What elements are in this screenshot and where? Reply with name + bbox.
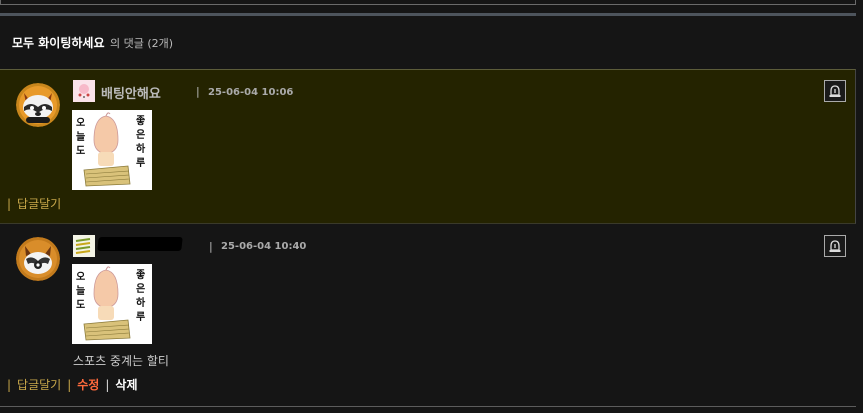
sticker-text-left-2: 늘 <box>76 131 85 143</box>
level-badge-icon <box>73 80 95 102</box>
comment-author[interactable]: 배팅안해요 <box>101 83 161 102</box>
sticker-image: 오 늘 도 좋 은 하 루 <box>72 264 152 344</box>
comment-count: (2개) <box>147 37 174 50</box>
comment-actions: | 답글달기 <box>7 195 61 212</box>
comments-title-suffix: 의 댓글 <box>110 37 144 50</box>
siren-icon <box>829 85 841 97</box>
sticker-text-left-2: 늘 <box>76 285 85 297</box>
avatar[interactable] <box>16 237 60 281</box>
edit-link[interactable]: 수정 <box>77 378 99 392</box>
sticker-text-right-3: 하 <box>136 142 146 155</box>
previous-section-box <box>0 0 856 5</box>
comment-item: | 25-06-04 10:40 오 늘 도 좋 은 하 루 스포츠 중계는 할… <box>0 225 856 407</box>
sticker-text-right-2: 은 <box>136 283 145 295</box>
level-badge-icon <box>73 235 95 257</box>
reply-link[interactable]: 답글달기 <box>17 197 61 211</box>
raccoon-avatar-icon <box>16 237 60 281</box>
comment-text: 스포츠 중계는 할티 <box>73 354 169 368</box>
delete-link[interactable]: 삭제 <box>115 378 137 392</box>
comment-item: 배팅안해요 | 25-06-04 10:06 오 늘 도 좋 은 하 루 | 답글… <box>0 69 856 224</box>
sticker-text-right-4: 루 <box>136 311 145 323</box>
report-button[interactable] <box>824 235 846 257</box>
sticker-text-right-2: 은 <box>136 129 145 141</box>
sticker-text-right-1: 좋 <box>136 115 145 127</box>
comments-title: 모두 화이팅하세요 의 댓글 (2개) <box>12 34 173 51</box>
sticker-image: 오 늘 도 좋 은 하 루 <box>72 110 152 190</box>
comment-date: 25-06-04 10:40 <box>221 241 307 252</box>
sticker-text-right-3: 하 <box>136 296 146 309</box>
avatar[interactable] <box>16 83 60 127</box>
report-button[interactable] <box>824 80 846 102</box>
separator: | <box>7 378 12 392</box>
sticker-text-left-3: 도 <box>76 299 85 311</box>
sticker-text-right-1: 좋 <box>136 269 145 281</box>
section-divider <box>0 13 856 16</box>
post-author-name: 모두 화이팅하세요 <box>12 36 105 50</box>
separator: | <box>196 85 200 98</box>
sticker-text-right-4: 루 <box>136 157 145 169</box>
siren-icon <box>829 240 841 252</box>
separator: | <box>105 378 110 392</box>
comment-date: 25-06-04 10:06 <box>208 87 294 98</box>
separator: | <box>67 378 72 392</box>
sticker-text-left-1: 오 <box>76 117 85 129</box>
reply-link[interactable]: 답글달기 <box>17 378 61 392</box>
separator: | <box>7 197 12 211</box>
sticker-text-left-1: 오 <box>76 271 85 283</box>
comment-actions: | 답글달기 | 수정 | 삭제 <box>7 376 138 393</box>
comment-author-redacted[interactable] <box>97 237 183 251</box>
separator: | <box>209 240 213 253</box>
sticker-text-left-3: 도 <box>76 145 85 157</box>
raccoon-avatar-icon <box>16 83 60 127</box>
